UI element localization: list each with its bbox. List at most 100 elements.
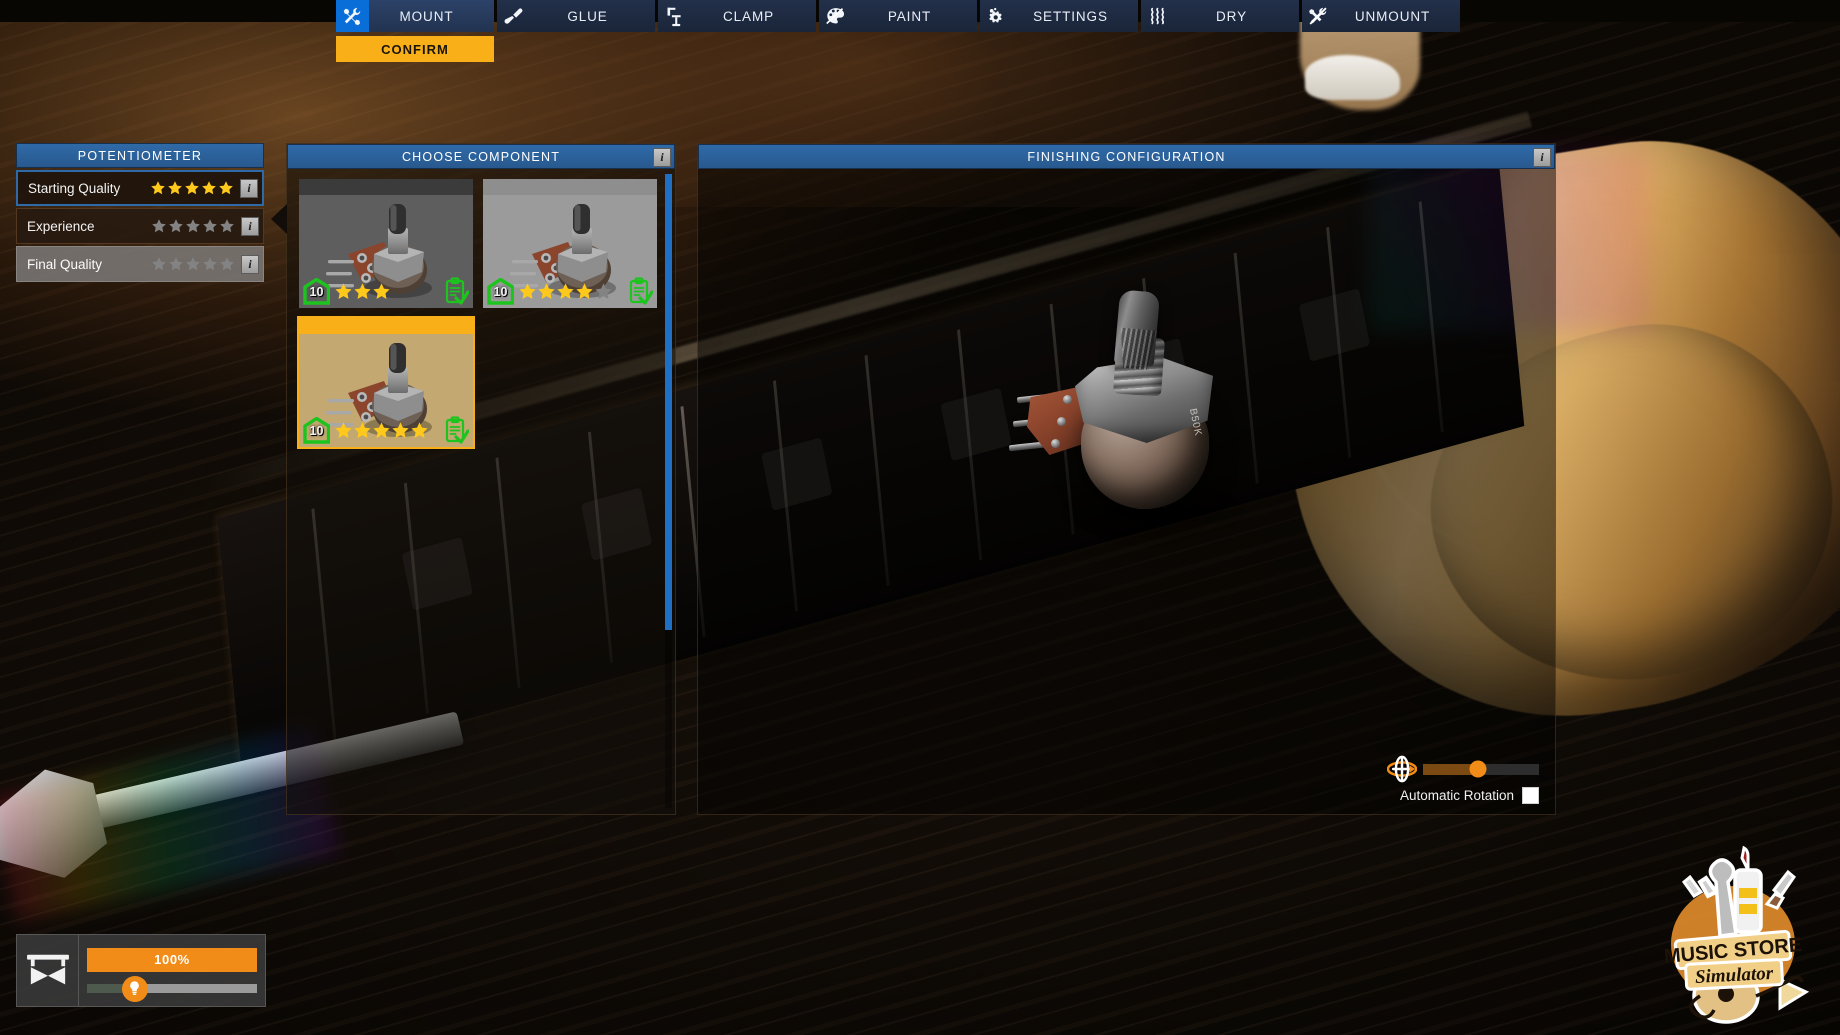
toolbar-tab-dry[interactable]: DRY (1141, 0, 1299, 32)
model-viewport[interactable]: B50K Automatic Rotation (698, 169, 1555, 814)
star-icon (168, 256, 184, 272)
pot-lug (1063, 395, 1072, 404)
viewport-panel-info-button[interactable]: i (1533, 148, 1551, 167)
stat-row-final-quality: Final Quality i (16, 246, 264, 282)
component-panel-info-button[interactable]: i (653, 148, 671, 167)
star-icon (202, 218, 218, 234)
star-icon (168, 218, 184, 234)
level-badge: 10 (303, 277, 330, 305)
level-badge-value: 10 (309, 424, 324, 438)
star-icon (353, 421, 372, 440)
card-badges: 10 (301, 415, 471, 445)
star-rating (151, 218, 235, 234)
star-icon (185, 256, 201, 272)
card-star-rating (332, 421, 441, 440)
clipboard-check-icon (443, 416, 469, 444)
star-icon (372, 282, 391, 301)
light-intensity-slider[interactable] (87, 975, 257, 1002)
toolbar-tab-paint[interactable]: PAINT (819, 0, 977, 32)
toolbar-tab-label: CLAMP (722, 8, 774, 24)
progress-bar: 100% (87, 947, 257, 972)
gear-icon (980, 0, 1013, 32)
svg-text:Simulator: Simulator (1695, 963, 1775, 988)
star-icon (151, 256, 167, 272)
star-icon (202, 256, 218, 272)
toolbar-tab-label: SETTINGS (1033, 8, 1108, 24)
rotation-slider-knob[interactable] (1469, 760, 1487, 778)
toolbar-tab-label: GLUE (567, 8, 608, 24)
toolbar-tab-glue[interactable]: GLUE (497, 0, 655, 32)
stat-info-button[interactable]: i (241, 254, 259, 274)
star-icon (372, 421, 391, 440)
potentiometer-3d-model[interactable]: B50K (1008, 289, 1263, 533)
workbench-icon (17, 935, 79, 1006)
stat-label: Experience (27, 218, 95, 234)
card-star-rating (516, 282, 625, 301)
level-badge: 10 (303, 416, 330, 444)
stat-row-experience: Experience i (16, 208, 264, 244)
automatic-rotation-checkbox[interactable] (1522, 787, 1539, 804)
mode-toolbar: MOUNT GLUE CLAMP PAINT SETTINGS DRY UNMOUNT (336, 0, 1460, 32)
component-card[interactable]: 10 (297, 316, 475, 449)
star-icon (353, 282, 372, 301)
lightbulb-icon[interactable] (121, 975, 148, 1002)
wrench-screwdriver-icon (336, 0, 369, 32)
viewport-panel-title: FINISHING CONFIGURATION (1027, 149, 1226, 164)
stat-info-button[interactable]: i (240, 178, 258, 198)
star-icon (218, 180, 234, 196)
component-panel-header: CHOOSE COMPONENT i (287, 144, 675, 169)
toolbar-tab-label: UNMOUNT (1354, 8, 1431, 24)
confirm-button[interactable]: CONFIRM (336, 36, 494, 62)
workbench-controls: 100% (79, 935, 265, 1006)
toolbar-tab-label: DRY (1216, 8, 1247, 24)
star-icon (185, 218, 201, 234)
clamp-icon (658, 0, 691, 32)
star-icon (334, 421, 353, 440)
stats-panel-title: POTENTIOMETER (16, 143, 264, 168)
star-icon (518, 282, 537, 301)
component-list-scrollbar[interactable] (665, 174, 672, 808)
rotation-controls: Automatic Rotation (1387, 754, 1539, 804)
star-icon (150, 180, 166, 196)
star-icon (575, 282, 594, 301)
clipboard-check-icon (443, 277, 469, 305)
automatic-rotation-row: Automatic Rotation (1400, 787, 1539, 804)
star-icon (151, 218, 167, 234)
component-stats-panel: POTENTIOMETER Starting Quality i Experienc… (16, 143, 264, 282)
component-list: 10 10 10 (287, 169, 675, 457)
rotate-object-icon (1387, 754, 1417, 784)
level-badge-value: 10 (309, 285, 324, 299)
level-badge-value: 10 (493, 285, 508, 299)
star-rating (151, 256, 235, 272)
star-icon (219, 218, 235, 234)
card-badges: 10 (485, 276, 655, 306)
card-star-rating (332, 282, 441, 301)
paint-palette-icon (819, 0, 852, 32)
component-list-scrollbar-thumb[interactable] (665, 174, 672, 631)
star-icon (410, 421, 429, 440)
toolbar-tab-clamp[interactable]: CLAMP (658, 0, 816, 32)
star-icon (334, 282, 353, 301)
toolbar-tab-mount[interactable]: MOUNT (336, 0, 494, 32)
star-icon (556, 282, 575, 301)
star-icon (201, 180, 217, 196)
unmount-icon (1302, 0, 1335, 32)
stat-info-button[interactable]: i (241, 216, 259, 236)
heat-waves-icon (1141, 0, 1174, 32)
pot-lug (1057, 417, 1066, 426)
game-logo: MUSIC STORE Simulator (1638, 844, 1828, 1029)
workbench-widget: 100% (16, 934, 266, 1007)
component-card[interactable]: 10 (481, 177, 659, 310)
progress-label: 100% (154, 952, 190, 968)
toolbar-tab-label: MOUNT (399, 8, 454, 24)
star-icon (167, 180, 183, 196)
component-card[interactable]: 10 (297, 177, 475, 310)
stat-row-starting-quality: Starting Quality i (16, 170, 264, 206)
toolbar-tab-unmount[interactable]: UNMOUNT (1302, 0, 1460, 32)
toolbar-tab-settings[interactable]: SETTINGS (980, 0, 1138, 32)
stat-label: Starting Quality (28, 180, 121, 196)
rotation-speed-slider[interactable] (1423, 760, 1539, 778)
pot-lug (1051, 439, 1060, 448)
choose-component-panel: CHOOSE COMPONENT i 10 10 10 (271, 143, 676, 815)
star-icon (184, 180, 200, 196)
